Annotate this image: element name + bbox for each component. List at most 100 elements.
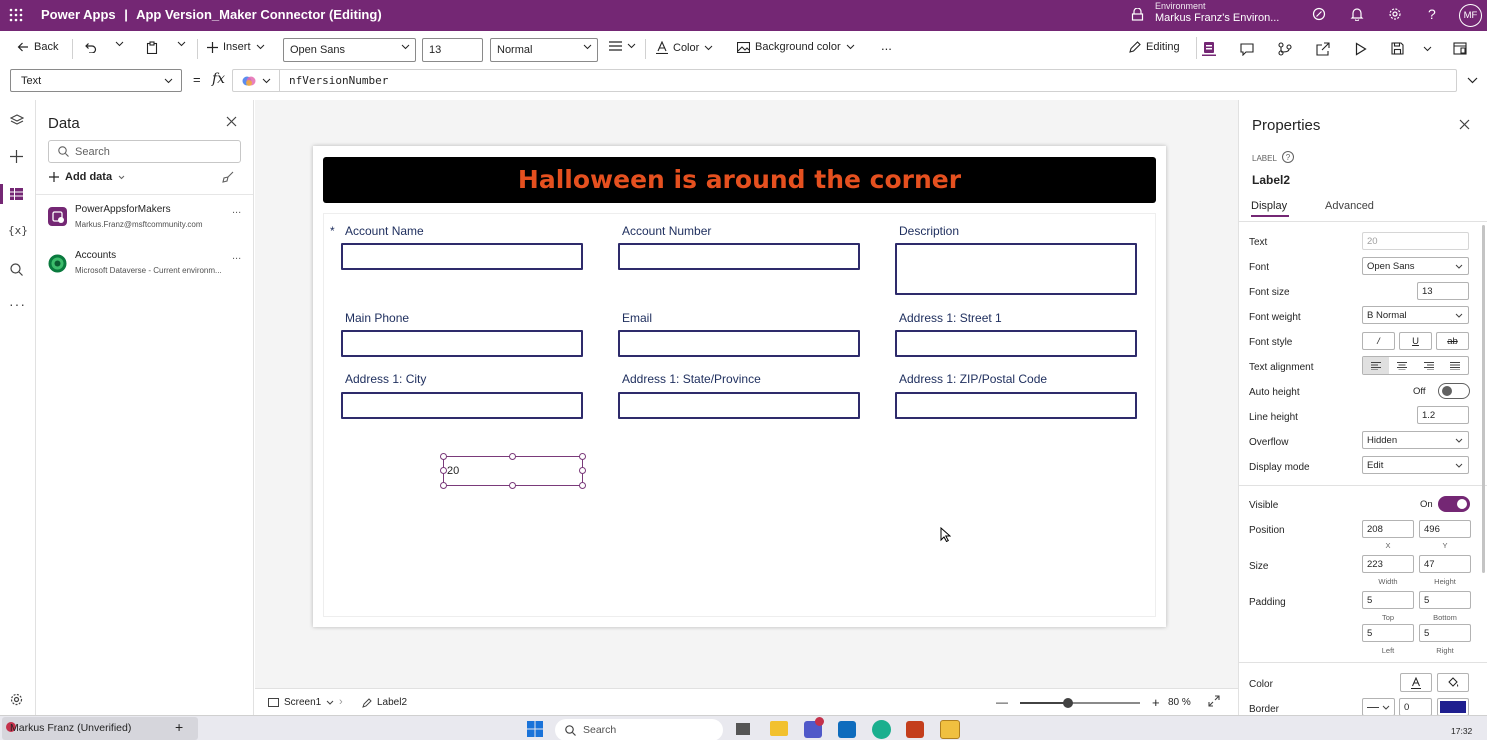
banner-label[interactable]: Halloween is around the corner (323, 157, 1156, 203)
position-y-input[interactable]: 496 (1419, 520, 1471, 538)
screen-breadcrumb[interactable]: Screen1 (268, 697, 334, 708)
text-align-button[interactable] (609, 41, 636, 51)
undo-button[interactable] (84, 41, 97, 53)
city-input[interactable] (341, 392, 583, 419)
broom-icon[interactable] (222, 171, 234, 183)
zoom-slider-thumb[interactable] (1063, 698, 1073, 708)
more-options-button[interactable]: ... (232, 250, 241, 262)
paste-menu-chevron-down-icon[interactable] (177, 41, 186, 47)
task-view-icon[interactable] (736, 723, 750, 735)
overflow-dropdown[interactable]: Hidden (1362, 431, 1469, 449)
padding-bottom-input[interactable]: 5 (1419, 591, 1471, 609)
size-height-input[interactable]: 47 (1419, 555, 1471, 573)
border-color-picker[interactable] (1437, 698, 1469, 716)
resize-handle[interactable] (440, 482, 447, 489)
variables-icon[interactable]: {x} (8, 224, 28, 237)
copilot-icon[interactable] (242, 74, 256, 88)
underline-button[interactable]: U (1399, 332, 1432, 350)
formula-text[interactable]: nfVersionNumber (289, 74, 388, 87)
browser-profile-tab[interactable]: Markus Franz (Unverified) + (2, 717, 198, 740)
auto-height-toggle[interactable] (1438, 383, 1470, 399)
more-ellipsis-icon[interactable]: ··· (9, 296, 26, 312)
environment-icon[interactable] (1131, 8, 1144, 21)
fx-icon[interactable]: fx (212, 71, 225, 87)
resize-handle[interactable] (440, 467, 447, 474)
property-dropdown[interactable]: Text (10, 69, 182, 92)
border-style-dropdown[interactable] (1362, 698, 1395, 716)
text-property-input[interactable]: 20 (1362, 232, 1469, 250)
color-button[interactable]: Color (656, 41, 713, 54)
data-table-icon[interactable] (10, 188, 23, 200)
windows-start-icon[interactable] (527, 721, 543, 737)
main-phone-input[interactable] (341, 330, 583, 357)
chevron-down-icon[interactable] (262, 78, 271, 84)
back-button[interactable]: Back (17, 41, 58, 53)
strikethrough-button[interactable]: ab (1436, 332, 1469, 350)
zoom-slider[interactable] (1020, 698, 1140, 708)
app-launcher-icon[interactable] (9, 8, 23, 22)
resize-handle[interactable] (579, 453, 586, 460)
account-number-input[interactable] (618, 243, 860, 270)
control-breadcrumb[interactable]: Label2 (362, 697, 407, 708)
paste-icon[interactable] (146, 41, 158, 54)
copilot-icon[interactable] (1312, 7, 1326, 21)
environment-name[interactable]: Markus Franz's Environ... (1155, 12, 1279, 24)
tab-display[interactable]: Display (1251, 200, 1287, 212)
font-weight-property-dropdown[interactable]: B Normal (1362, 306, 1469, 324)
expand-formula-chevron-down-icon[interactable] (1467, 77, 1478, 84)
share-icon[interactable] (1316, 42, 1330, 56)
search-icon[interactable] (10, 263, 23, 276)
data-source-item[interactable]: PowerAppsforMakers Markus.Franz@msftcomm… (36, 202, 253, 238)
help-icon[interactable]: ? (1282, 151, 1294, 163)
settings-gear-icon[interactable] (1388, 7, 1402, 21)
close-icon[interactable] (226, 116, 237, 127)
resize-handle[interactable] (579, 467, 586, 474)
edge-browser-icon[interactable] (872, 720, 891, 739)
position-x-input[interactable]: 208 (1362, 520, 1414, 538)
taskbar-search-box[interactable]: Search (555, 719, 723, 740)
close-icon[interactable] (1459, 119, 1470, 130)
align-justify-button[interactable] (1442, 357, 1468, 374)
comments-icon[interactable] (1240, 43, 1254, 56)
insert-plus-icon[interactable] (10, 150, 23, 163)
font-weight-dropdown[interactable]: Normal (490, 38, 598, 62)
editing-mode-button[interactable]: Editing (1129, 41, 1180, 53)
align-right-button[interactable] (1416, 357, 1442, 374)
data-source-item[interactable]: Accounts Microsoft Dataverse - Current e… (36, 248, 253, 284)
notifications-icon[interactable] (1350, 7, 1364, 21)
properties-scrollbar[interactable] (1482, 225, 1485, 573)
resize-handle[interactable] (579, 482, 586, 489)
line-height-input[interactable]: 1.2 (1417, 406, 1469, 424)
publish-icon[interactable] (1453, 42, 1467, 55)
font-property-dropdown[interactable]: Open Sans (1362, 257, 1469, 275)
preview-play-icon[interactable] (1355, 42, 1367, 56)
text-color-picker[interactable] (1400, 673, 1432, 692)
padding-left-input[interactable]: 5 (1362, 624, 1414, 642)
settings-gear-icon[interactable] (10, 693, 23, 706)
account-name-input[interactable] (341, 243, 583, 270)
background-color-button[interactable]: Background color (737, 41, 855, 53)
font-dropdown[interactable]: Open Sans (283, 38, 416, 62)
street-input[interactable] (895, 330, 1137, 357)
powerpoint-icon[interactable] (906, 721, 924, 738)
italic-button[interactable]: / (1362, 332, 1395, 350)
undo-menu-chevron-down-icon[interactable] (115, 41, 124, 47)
zoom-out-button[interactable]: — (996, 695, 1008, 709)
tab-advanced[interactable]: Advanced (1325, 200, 1374, 212)
save-menu-chevron-down-icon[interactable] (1423, 46, 1432, 52)
search-input[interactable]: Search (48, 140, 241, 163)
recording-app-icon[interactable] (940, 720, 960, 739)
visible-toggle[interactable] (1438, 496, 1470, 512)
align-left-button[interactable] (1363, 357, 1390, 374)
more-options-button[interactable]: ... (881, 38, 892, 53)
resize-handle[interactable] (509, 482, 516, 489)
resize-handle[interactable] (509, 453, 516, 460)
font-size-input[interactable]: 13 (422, 38, 483, 62)
outlook-icon[interactable] (838, 721, 856, 738)
padding-right-input[interactable]: 5 (1419, 624, 1471, 642)
tree-view-layers-icon[interactable] (10, 114, 24, 126)
zoom-in-button[interactable]: + (1152, 695, 1160, 710)
display-mode-dropdown[interactable]: Edit (1362, 456, 1469, 474)
formula-input-box[interactable]: nfVersionNumber (232, 69, 1457, 92)
version-history-icon[interactable] (1278, 42, 1292, 56)
